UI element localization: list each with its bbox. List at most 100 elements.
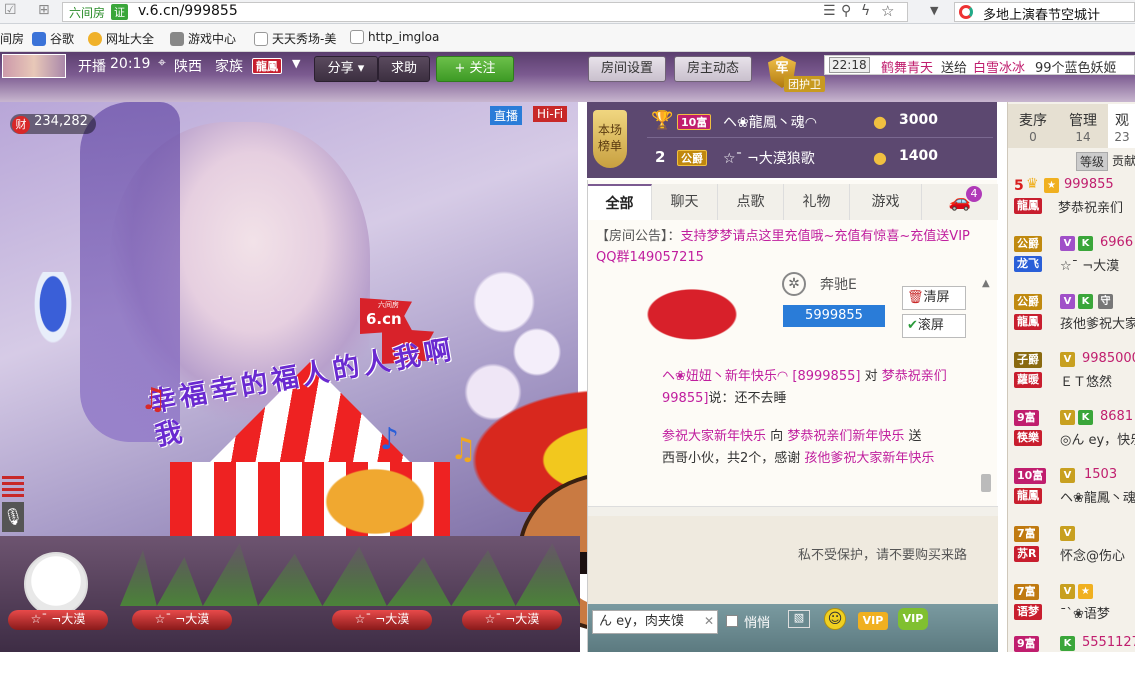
browser-address-bar: ☑ ⊞ 六间房 证 v.6.cn/999855 ☰ ⚲ ϟ ☆ ▼ 多地上演春节…	[0, 0, 1135, 24]
rank-user[interactable]: ☆¯ ¬大漠狼歌	[723, 148, 815, 168]
chat-target[interactable]: 梦恭祝亲们新年快乐	[787, 429, 904, 444]
tab-gift[interactable]: 礼物	[784, 184, 850, 220]
scroll-up-icon[interactable]: ▲	[982, 278, 990, 289]
tab-game[interactable]: 游戏	[850, 184, 922, 220]
clear-screen-button[interactable]: 🗑清屏	[902, 286, 966, 310]
search-text: 多地上演春节空城计	[983, 8, 1101, 23]
tag-hifi: Hi-Fi	[533, 106, 568, 122]
private-warning: 私不受保护，请不要购买来路	[798, 548, 968, 563]
star-icon[interactable]: ☆	[881, 2, 894, 20]
flash-icon[interactable]: ϟ	[861, 3, 870, 19]
scroll-screen-button[interactable]: ✔滚屏	[902, 314, 966, 338]
tab-song[interactable]: 点歌	[718, 184, 784, 220]
seat-name-0[interactable]: ☆¯ ¬大漠	[8, 610, 108, 630]
whisper-checkbox[interactable]	[726, 615, 738, 627]
list-item[interactable]: 9富 V K 8681 筷樂 ◎ん ey，快乐	[1008, 406, 1135, 450]
ticker-gift: 99个蓝色妖姬	[1035, 61, 1117, 76]
tab-mic-queue[interactable]: 麦序 0	[1008, 104, 1058, 148]
host-news-button[interactable]: 房主动态	[674, 56, 752, 82]
bookmark-2[interactable]: 网址大全	[88, 30, 154, 47]
scrollbar-thumb[interactable]	[981, 474, 991, 492]
follow-button[interactable]: + 关注	[436, 56, 514, 82]
vip-button[interactable]: VIP	[858, 612, 888, 630]
bookmark-3[interactable]: 游戏中心	[170, 30, 236, 47]
clear-input-icon[interactable]: ✕	[704, 614, 714, 628]
menu-lines-icon[interactable]	[2, 476, 24, 498]
back-icon[interactable]: ☑	[4, 2, 17, 18]
sort-level-button[interactable]: 等级	[1076, 152, 1109, 171]
user-name: 孩他爹祝大家	[1060, 317, 1135, 332]
tab-car[interactable]: 🚗 4	[922, 184, 998, 220]
chat-user[interactable]: 参祝大家新年快乐	[662, 429, 766, 444]
ranking-row-1[interactable]: 🏆 10富 ヘ❀龍鳳丶魂◠ ● 3000	[647, 106, 993, 138]
chat-uid2: 99855]	[662, 391, 709, 406]
list-item[interactable]: 7富 V ★ 语梦 ¯`❀语梦	[1008, 580, 1135, 624]
user-sub-badge: 筷樂	[1014, 430, 1042, 446]
family-badge[interactable]: 龍鳳	[252, 58, 282, 74]
bookmark-5[interactable]: http_imgloa	[350, 30, 439, 44]
list-item[interactable]: 9富 K 5551127	[1008, 632, 1135, 676]
smile-icon[interactable]: ☺	[824, 608, 846, 630]
room-notice: 【房间公告】：支持梦梦请点这里充值哦~充值有惊喜~充值送VIP QQ群14905…	[596, 226, 992, 268]
ranking-row-2[interactable]: 2 公爵 ☆¯ ¬大漠狼歌 ● 1400	[647, 142, 993, 174]
url-text[interactable]: v.6.cn/999855	[138, 3, 238, 19]
user-name: ¯`❀语梦	[1060, 607, 1110, 622]
scroll-label: 滚屏	[917, 318, 944, 333]
guard-badge-icon: 守	[1098, 294, 1113, 309]
trash-icon: 🗑	[907, 290, 924, 305]
microphone-icon[interactable]: 🎙	[2, 502, 24, 532]
family-dropdown-icon[interactable]: ▼	[292, 57, 300, 70]
address-field[interactable]: 六间房 证 v.6.cn/999855 ☰ ⚲ ϟ ☆	[62, 2, 908, 22]
ticker-verb: 送给	[941, 61, 968, 76]
bookmark-1[interactable]: 谷歌	[32, 30, 74, 47]
share-button[interactable]: 分享 ▾	[314, 56, 378, 82]
chat-target[interactable]: 梦恭祝亲们	[882, 369, 947, 384]
rank-user[interactable]: ヘ❀龍鳳丶魂◠	[723, 112, 817, 132]
ticker-receiver[interactable]: 白雪冰冰	[973, 57, 1025, 76]
user-sub-badge: 蘿暖	[1014, 372, 1042, 388]
seat-avatar[interactable]	[24, 552, 88, 616]
tab-chat[interactable]: 聊天	[652, 184, 718, 220]
bookmark-0[interactable]: 间房	[0, 30, 24, 47]
tab-all[interactable]: 全部	[588, 184, 652, 220]
room-settings-button[interactable]: 房间设置	[588, 56, 666, 82]
chat-input[interactable]: ん ey，肉夹馍	[592, 610, 718, 634]
list-item[interactable]: 公爵 V K 守 龍鳳 孩他爹祝大家	[1008, 290, 1135, 334]
list-item[interactable]: 公爵 V K 6966 龙飞 ☆¯ ¬大漠	[1008, 232, 1135, 276]
tab-count: 0	[1029, 130, 1037, 144]
car-id[interactable]: 5999855	[783, 305, 885, 327]
bookmark-4[interactable]: 天天秀场-美	[254, 30, 336, 47]
chat-target2[interactable]: 孩他爹祝大家新年快乐	[804, 451, 934, 466]
sort-contrib-button[interactable]: 贡献	[1112, 152, 1135, 169]
help-button[interactable]: 求助	[378, 56, 430, 82]
guard-label[interactable]: 团护卫	[784, 76, 825, 92]
cert-badge: 证	[111, 4, 128, 20]
seat-name-3[interactable]: ☆¯ ¬大漠	[462, 610, 562, 630]
list-item[interactable]: 子爵 V 9985000 蘿暖 ＥＴ悠然	[1008, 348, 1135, 392]
image-icon[interactable]: ▧	[788, 610, 810, 628]
chat-user[interactable]: ヘ❀妞妞丶新年快乐◠	[662, 369, 788, 384]
list-item[interactable]: 7富 V 苏R 怀念@伤心	[1008, 522, 1135, 566]
bookmark-label: 游戏中心	[188, 32, 237, 46]
check-icon: ✔	[907, 318, 918, 333]
tab-admins[interactable]: 管理 14	[1058, 104, 1108, 148]
vip-button-2[interactable]: VIP	[898, 608, 928, 630]
follow-label: + 关注	[454, 61, 496, 76]
dropdown-icon[interactable]: ▼	[930, 4, 938, 17]
v-badge-icon: V	[1060, 584, 1075, 599]
list-icon[interactable]: ☰	[823, 3, 836, 19]
search-field[interactable]: 多地上演春节空城计	[954, 2, 1135, 23]
wealth-badge: 财 234,282	[10, 114, 96, 134]
seat-name-2[interactable]: ☆¯ ¬大漠	[332, 610, 432, 630]
tab-viewers[interactable]: 观 23	[1108, 104, 1135, 148]
list-item[interactable]: 10富 V 1503 龍鳳 ヘ❀龍鳳丶魂	[1008, 464, 1135, 508]
seat-name-1[interactable]: ☆¯ ¬大漠	[132, 610, 232, 630]
user-badge: 公爵	[1014, 294, 1042, 310]
k-badge-icon: K	[1060, 636, 1075, 651]
zoom-icon[interactable]: ⚲	[841, 3, 851, 19]
user-id: 5551127	[1082, 635, 1135, 650]
apps-icon[interactable]: ⊞	[38, 2, 50, 18]
list-item[interactable]: 5 ♛ ★ 999855 龍鳳 梦恭祝亲们	[1008, 174, 1135, 218]
host-avatar[interactable]	[2, 54, 66, 78]
ticker-sender[interactable]: 鹤舞青天	[881, 57, 933, 76]
